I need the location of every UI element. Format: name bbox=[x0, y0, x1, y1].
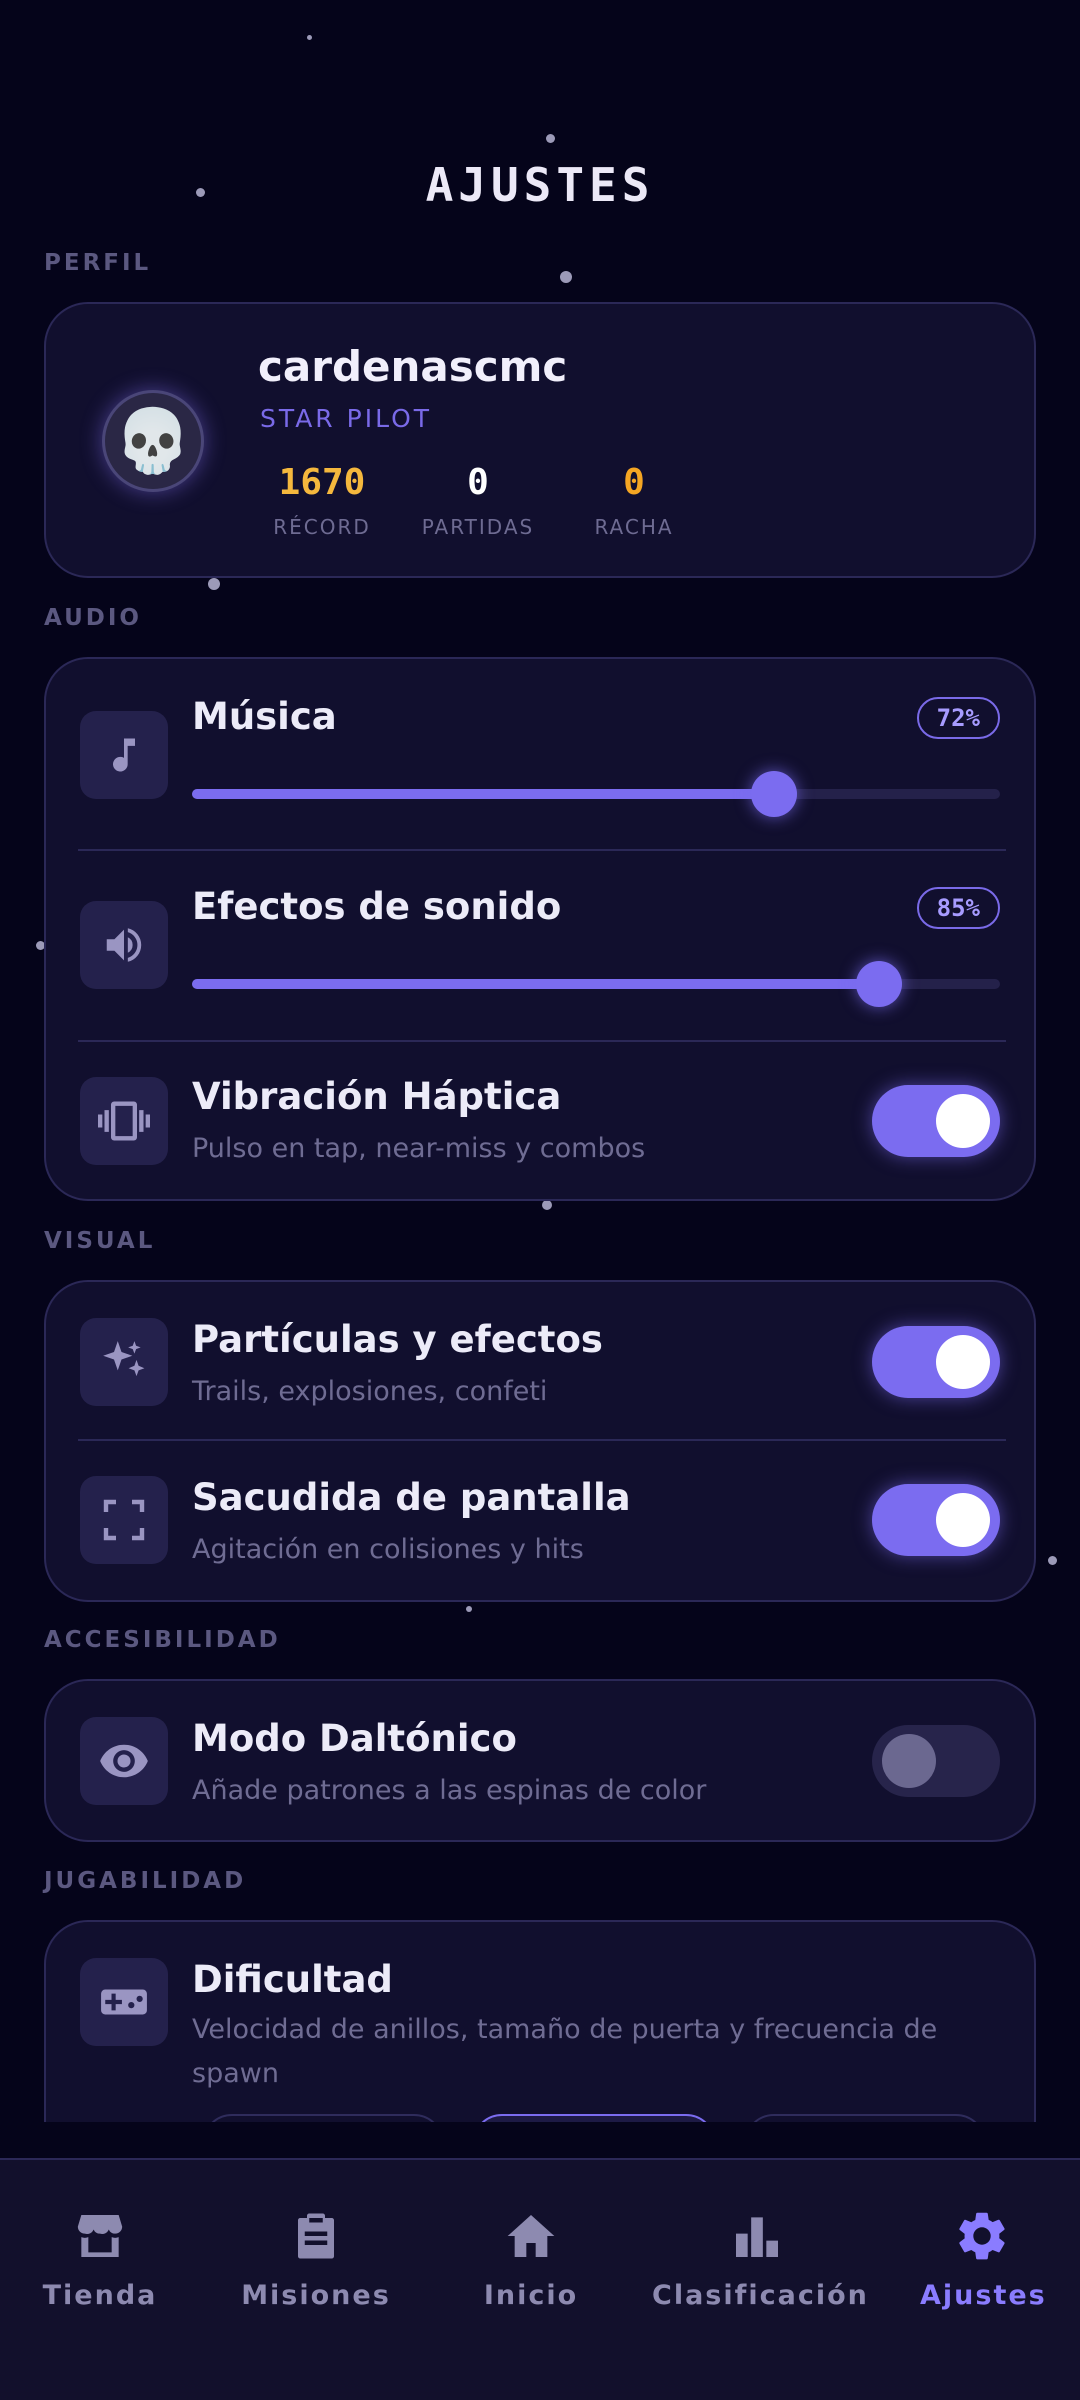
section-label-accessibility: ACCESIBILIDAD bbox=[44, 1627, 281, 1653]
star-decoration bbox=[466, 1606, 472, 1612]
haptics-label: Vibración Háptica bbox=[192, 1075, 562, 1118]
accessibility-card: Modo Daltónico Añade patrones a las espi… bbox=[44, 1679, 1036, 1842]
particles-label: Partículas y efectos bbox=[192, 1318, 603, 1361]
shake-description: Agitación en colisiones y hits bbox=[192, 1534, 584, 1565]
nav-item-settings[interactable]: Ajustes bbox=[920, 2206, 1047, 2311]
nav-label: Clasificación bbox=[652, 2280, 869, 2311]
nav-item-missions[interactable]: Misiones bbox=[236, 2206, 396, 2311]
difficulty-option[interactable] bbox=[744, 2114, 986, 2122]
star-decoration bbox=[560, 271, 572, 283]
stat-record: 1670 RÉCORD bbox=[260, 462, 384, 539]
shake-toggle[interactable] bbox=[872, 1484, 1000, 1556]
section-label-gameplay: JUGABILIDAD bbox=[44, 1868, 247, 1894]
page-title: AJUSTES bbox=[425, 158, 655, 212]
star-decoration bbox=[542, 1200, 552, 1210]
bar-chart-icon bbox=[652, 2206, 862, 2266]
vibration-icon bbox=[80, 1077, 168, 1165]
fullscreen-icon bbox=[80, 1476, 168, 1564]
divider bbox=[78, 1439, 1006, 1441]
colorblind-toggle[interactable] bbox=[872, 1725, 1000, 1797]
star-decoration bbox=[208, 578, 220, 590]
stat-streak-value: 0 bbox=[623, 462, 645, 503]
stat-games-value: 0 bbox=[467, 462, 489, 503]
star-decoration bbox=[1048, 1556, 1057, 1565]
nav-label: Misiones bbox=[241, 2280, 391, 2311]
bottom-nav: Tienda Misiones Inicio Clasificación Aju… bbox=[0, 2158, 1080, 2400]
colorblind-description: Añade patrones a las espinas de color bbox=[192, 1775, 707, 1806]
gear-icon bbox=[920, 2206, 1044, 2266]
nav-item-home[interactable]: Inicio bbox=[470, 2206, 592, 2311]
toggle-knob bbox=[936, 1493, 990, 1547]
avatar[interactable]: 💀 bbox=[102, 390, 204, 492]
difficulty-label: Dificultad bbox=[192, 1958, 393, 2001]
divider bbox=[78, 1040, 1006, 1042]
stat-games: 0 PARTIDAS bbox=[406, 462, 550, 539]
nav-label: Ajustes bbox=[920, 2280, 1047, 2311]
home-icon bbox=[470, 2206, 592, 2266]
stat-streak-label: RACHA bbox=[594, 515, 674, 539]
stat-streak: 0 RACHA bbox=[572, 462, 696, 539]
audio-card: Música 72% Efectos de sonido 85% Vibraci… bbox=[44, 657, 1036, 1201]
haptics-description: Pulso en tap, near-miss y combos bbox=[192, 1133, 646, 1164]
music-percent-badge: 72% bbox=[916, 697, 1000, 739]
clipboard-icon bbox=[236, 2206, 396, 2266]
particles-description: Trails, explosiones, confeti bbox=[192, 1376, 548, 1407]
rank-label: STAR PILOT bbox=[260, 404, 433, 433]
sfx-slider[interactable] bbox=[192, 961, 1000, 1007]
music-slider-fill bbox=[192, 789, 774, 799]
toggle-knob bbox=[936, 1335, 990, 1389]
nav-item-leaderboard[interactable]: Clasificación bbox=[652, 2206, 869, 2311]
nav-label: Inicio bbox=[483, 2280, 579, 2311]
nav-item-store[interactable]: Tienda bbox=[30, 2206, 170, 2311]
music-slider-handle[interactable] bbox=[750, 771, 797, 817]
skull-icon: 💀 bbox=[114, 404, 192, 477]
sfx-percent-badge: 85% bbox=[916, 887, 1000, 929]
toggle-knob bbox=[936, 1094, 990, 1148]
sparkles-icon bbox=[80, 1318, 168, 1406]
gamepad-icon bbox=[80, 1958, 168, 2046]
stat-record-value: 1670 bbox=[278, 462, 366, 503]
shake-label: Sacudida de pantalla bbox=[192, 1476, 631, 1519]
star-decoration bbox=[546, 134, 555, 143]
nav-label: Tienda bbox=[42, 2280, 158, 2311]
gameplay-clip: Dificultad Velocidad de anillos, tamaño … bbox=[0, 1918, 1080, 2122]
sfx-label: Efectos de sonido bbox=[192, 885, 562, 928]
username: cardenascmc bbox=[258, 342, 568, 391]
music-slider[interactable] bbox=[192, 771, 1000, 817]
section-label-visual: VISUAL bbox=[44, 1228, 156, 1254]
stat-games-label: PARTIDAS bbox=[421, 515, 535, 539]
difficulty-description: Velocidad de anillos, tamaño de puerta y… bbox=[192, 2014, 938, 2089]
section-label-profile: PERFIL bbox=[44, 250, 152, 276]
gameplay-card: Dificultad Velocidad de anillos, tamaño … bbox=[44, 1920, 1036, 2122]
speaker-icon bbox=[80, 901, 168, 989]
colorblind-label: Modo Daltónico bbox=[192, 1717, 517, 1760]
particles-toggle[interactable] bbox=[872, 1326, 1000, 1398]
divider bbox=[78, 849, 1006, 851]
section-label-audio: AUDIO bbox=[44, 605, 142, 631]
difficulty-option-selected[interactable] bbox=[472, 2114, 716, 2122]
difficulty-option[interactable] bbox=[202, 2114, 444, 2122]
store-icon bbox=[30, 2206, 170, 2266]
profile-card[interactable]: 💀 cardenascmc STAR PILOT 1670 RÉCORD 0 P… bbox=[44, 302, 1036, 578]
sfx-slider-fill bbox=[192, 979, 879, 989]
sfx-slider-handle[interactable] bbox=[855, 961, 902, 1007]
eye-icon bbox=[80, 1717, 168, 1805]
music-note-icon bbox=[80, 711, 168, 799]
stat-record-label: RÉCORD bbox=[273, 515, 371, 539]
toggle-knob bbox=[882, 1734, 936, 1788]
star-decoration bbox=[307, 35, 312, 40]
music-label: Música bbox=[192, 695, 337, 738]
visual-card: Partículas y efectos Trails, explosiones… bbox=[44, 1280, 1036, 1602]
haptics-toggle[interactable] bbox=[872, 1085, 1000, 1157]
